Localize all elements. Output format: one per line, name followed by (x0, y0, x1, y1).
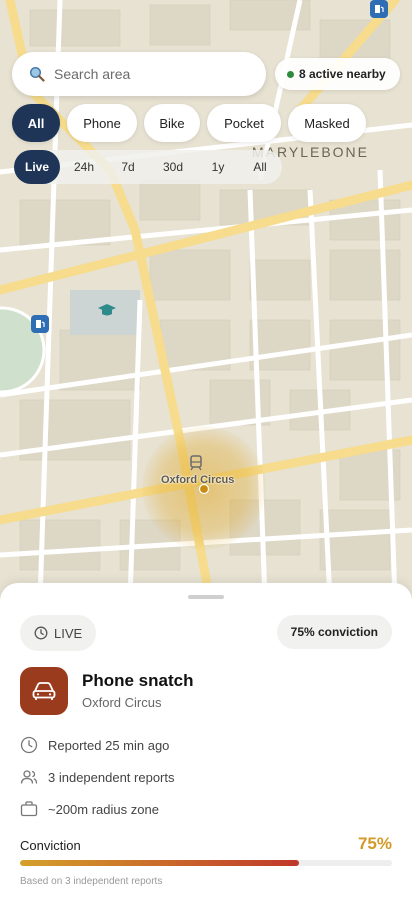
time-chip-24h[interactable]: 24h (60, 150, 108, 184)
search-bar[interactable] (12, 52, 266, 96)
conviction-label: Conviction (20, 838, 81, 853)
incident-category-tile (20, 667, 68, 715)
search-icon (28, 65, 46, 83)
reports-count-text: 3 independent reports (48, 769, 175, 785)
clock-icon (20, 736, 38, 754)
reported-time-row: Reported 25 min ago (20, 736, 169, 754)
drag-handle[interactable] (188, 595, 224, 599)
conviction-bar-fill (20, 860, 299, 866)
conviction-bar (20, 860, 392, 866)
university-icon[interactable] (97, 302, 117, 318)
radius-zone-row: ~200m radius zone (20, 800, 159, 818)
filter-chip-phone[interactable]: Phone (67, 104, 137, 142)
station-icon[interactable] (189, 455, 203, 471)
clock-icon (34, 626, 48, 640)
fuel-station-icon[interactable] (31, 315, 49, 333)
active-nearby-text: 8 active nearby (299, 67, 386, 81)
filter-chip-bike[interactable]: Bike (144, 104, 200, 142)
reported-time-text: Reported 25 min ago (48, 737, 170, 753)
incident-sheet: LIVE 75% conviction Phone snatch Oxford … (0, 583, 412, 915)
live-status-badge: LIVE (20, 615, 97, 651)
live-status-text: LIVE (54, 625, 83, 641)
time-chip-live[interactable]: Live (14, 150, 60, 184)
conviction-basis-note: Based on 3 independent reports (20, 876, 163, 887)
radius-zone-text: ~200m radius zone (48, 801, 159, 817)
filter-chip-masked[interactable]: Masked (288, 104, 366, 142)
category-filter-row: All Phone Bike Pocket Masked (12, 104, 366, 142)
reports-count-row: 3 independent reports (20, 768, 174, 786)
time-chip-all[interactable]: All (238, 150, 282, 184)
search-input[interactable] (54, 66, 244, 82)
briefcase-icon (20, 800, 38, 818)
time-chip-1y[interactable]: 1y (198, 150, 238, 184)
incident-location: Oxford Circus (82, 695, 162, 710)
conviction-badge: 75% conviction (276, 615, 392, 649)
car-icon (32, 682, 56, 700)
place-label: Oxford Circus (161, 474, 235, 486)
live-dot (287, 70, 294, 78)
filter-chip-pocket[interactable]: Pocket (207, 104, 281, 142)
filter-chip-all[interactable]: All (12, 104, 60, 142)
fuel-station-icon[interactable] (370, 0, 388, 18)
time-chip-30d[interactable]: 30d (148, 150, 198, 184)
time-range-selector: Live 24h 7d 30d 1y All (14, 150, 282, 184)
incident-title: Phone snatch (82, 671, 194, 690)
users-icon (20, 768, 38, 786)
time-chip-7d[interactable]: 7d (108, 150, 148, 184)
active-nearby-badge: 8 active nearby (275, 58, 400, 90)
conviction-value: 75% (357, 834, 392, 853)
